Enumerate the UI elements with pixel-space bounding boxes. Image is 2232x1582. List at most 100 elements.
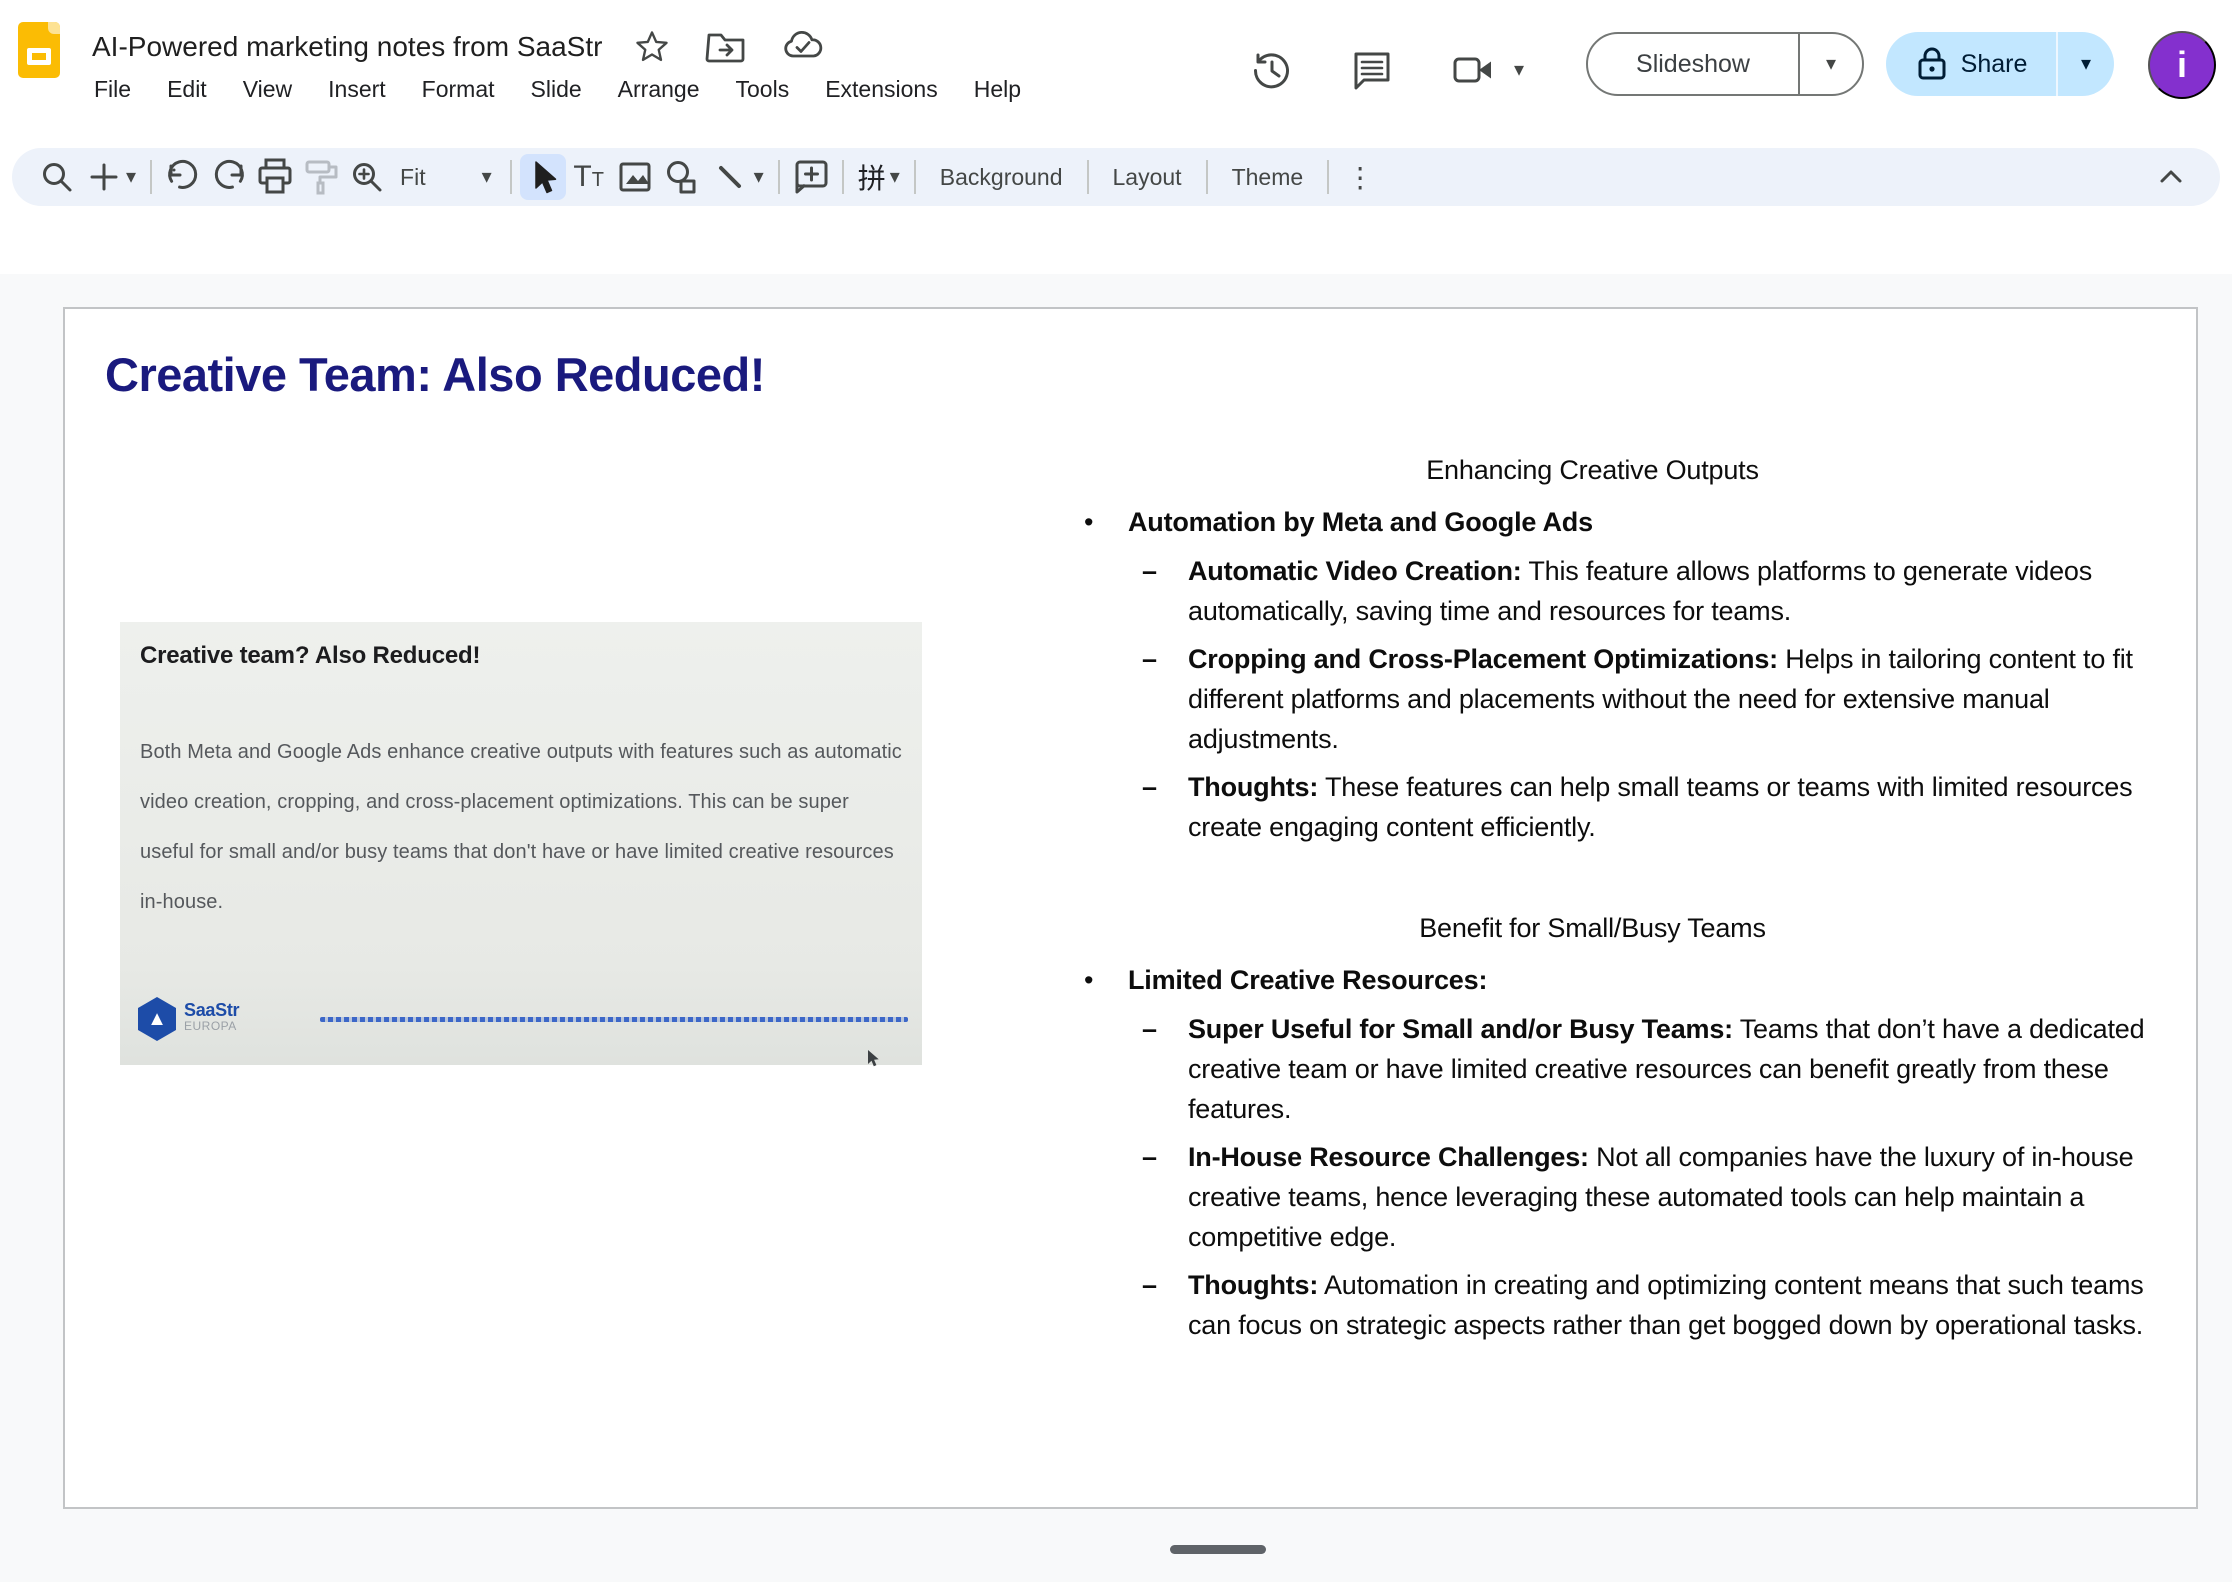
move-folder-icon: [704, 25, 748, 69]
star-icon: [632, 27, 672, 67]
google-slides-logo-icon[interactable]: [18, 22, 60, 78]
move-to-folder-button[interactable]: [704, 25, 748, 69]
more-options-icon: ⋮: [1346, 161, 1374, 194]
background-button[interactable]: Background: [924, 156, 1079, 199]
menu-edit[interactable]: Edit: [153, 72, 221, 107]
notes-sub-item: – Automatic Video Creation: This feature…: [1010, 551, 2175, 631]
input-tools-caret-icon[interactable]: ▾: [890, 167, 900, 187]
menu-insert[interactable]: Insert: [314, 72, 400, 107]
saastr-logo-text: SaaStr EUROPA: [184, 1001, 239, 1033]
theme-button[interactable]: Theme: [1216, 156, 1320, 199]
document-status-button[interactable]: [780, 24, 826, 70]
bottom-strip: [0, 1509, 2232, 1582]
toolbar-separator: [778, 160, 780, 194]
slideshow-button-group: Slideshow ▾: [1586, 32, 1864, 96]
version-history-button[interactable]: [1248, 46, 1296, 94]
menu-file[interactable]: File: [80, 72, 145, 107]
bullet-dot: •: [1084, 502, 1093, 542]
horizontal-ruler[interactable]: 123456789101112131415: [0, 206, 2232, 274]
zoom-caret-icon: ▾: [482, 167, 492, 187]
menu-arrange[interactable]: Arrange: [604, 72, 714, 107]
line-tool-caret-icon[interactable]: ▾: [754, 167, 764, 187]
input-tools-icon: 拼: [858, 157, 886, 197]
slideshow-dropdown-button[interactable]: ▾: [1800, 54, 1862, 74]
dash-bullet: –: [1142, 639, 1157, 679]
slide-title[interactable]: Creative Team: Also Reduced!: [105, 347, 765, 402]
slide-notes-textbox[interactable]: Enhancing Creative Outputs • Automation …: [1010, 455, 2175, 1353]
menu-help[interactable]: Help: [960, 72, 1035, 107]
toolbar-separator: [842, 160, 844, 194]
toolbar-separator: [1206, 160, 1208, 194]
toolbar-separator: [914, 160, 916, 194]
slide-page[interactable]: Creative Team: Also Reduced! Creative te…: [63, 307, 2198, 1509]
redo-button[interactable]: [206, 154, 252, 200]
history-icon: [1248, 46, 1296, 94]
screenshot-footer: ▲ SaaStr EUROPA: [138, 997, 908, 1051]
print-button[interactable]: [252, 154, 298, 200]
notes-sub-item: – Super Useful for Small and/or Busy Tea…: [1010, 1009, 2175, 1129]
search-menus-button[interactable]: [34, 154, 80, 200]
meet-call-control[interactable]: ▾: [1448, 46, 1524, 94]
paint-format-button[interactable]: [298, 154, 344, 200]
layout-button[interactable]: Layout: [1097, 156, 1198, 199]
redo-icon: [208, 156, 250, 198]
camera-dropdown-caret-icon[interactable]: ▾: [1514, 60, 1524, 80]
screenshot-body-text: Both Meta and Google Ads enhance creativ…: [140, 727, 902, 927]
decorative-wavy-line: [320, 1017, 908, 1022]
document-title-row: AI-Powered marketing notes from SaaStr: [92, 24, 826, 70]
screenshot-heading: Creative team? Also Reduced!: [140, 642, 480, 670]
menu-slide[interactable]: Slide: [517, 72, 596, 107]
account-avatar[interactable]: i: [2148, 31, 2216, 99]
logo-inner-rect: [27, 48, 51, 65]
new-slide-caret-icon[interactable]: ▾: [126, 167, 136, 187]
printer-icon: [253, 155, 297, 199]
text-box-button[interactable]: TT: [566, 154, 612, 200]
logo-fold: [48, 22, 60, 34]
image-icon: [613, 155, 657, 199]
chevron-up-icon: [2153, 159, 2189, 195]
menu-bar: File Edit View Insert Format Slide Arran…: [80, 72, 1035, 107]
toolbar-separator: [510, 160, 512, 194]
undo-icon: [162, 156, 204, 198]
dash-bullet: –: [1142, 551, 1157, 591]
share-dropdown-button[interactable]: ▾: [2058, 54, 2114, 74]
top-bar: AI-Powered marketing notes from SaaStr: [0, 0, 2232, 145]
dash-bullet: –: [1142, 767, 1157, 807]
insert-image-button[interactable]: [612, 154, 658, 200]
undo-button[interactable]: [160, 154, 206, 200]
insert-shape-button[interactable]: [658, 154, 704, 200]
insert-comment-button[interactable]: [788, 154, 834, 200]
rocket-icon: ▲: [147, 1009, 167, 1029]
notes-bullet: • Limited Creative Resources:: [1010, 960, 2175, 1000]
document-title[interactable]: AI-Powered marketing notes from SaaStr: [92, 31, 602, 63]
menu-format[interactable]: Format: [408, 72, 509, 107]
speaker-notes-resize-handle[interactable]: [1170, 1545, 1266, 1554]
input-tools-button[interactable]: 拼 ▾: [852, 154, 906, 200]
menu-extensions[interactable]: Extensions: [811, 72, 952, 107]
new-slide-button[interactable]: ▾: [80, 154, 142, 200]
star-button[interactable]: [632, 27, 672, 67]
slideshow-button[interactable]: Slideshow: [1588, 50, 1798, 79]
embedded-screenshot[interactable]: Creative team? Also Reduced! Both Meta a…: [120, 622, 922, 1065]
bullet-dot: •: [1084, 960, 1093, 1000]
notes-sub-item: – Thoughts: Automation in creating and o…: [1010, 1265, 2175, 1345]
notes-sub-item: – Cropping and Cross-Placement Optimizat…: [1010, 639, 2175, 759]
insert-line-button[interactable]: ▾: [704, 154, 770, 200]
google-slides-app: { "titlebar": { "doc_title": "AI-Powered…: [0, 0, 2232, 1582]
share-label: Share: [1961, 50, 2028, 79]
notes-bullet: • Automation by Meta and Google Ads: [1010, 502, 2175, 542]
slide-canvas: Creative Team: Also Reduced! Creative te…: [0, 274, 2232, 1582]
zoom-level-select[interactable]: Fit ▾: [390, 156, 502, 199]
toolbar-overflow-button[interactable]: ⋮: [1337, 154, 1383, 200]
video-camera-icon: [1448, 46, 1498, 94]
share-button[interactable]: Share: [1886, 45, 2056, 83]
menu-view[interactable]: View: [229, 72, 306, 107]
zoom-button[interactable]: [344, 154, 390, 200]
dash-bullet: –: [1142, 1137, 1157, 1177]
dash-bullet: –: [1142, 1009, 1157, 1049]
share-button-group: Share ▾: [1886, 32, 2114, 96]
hide-menus-button[interactable]: [2148, 154, 2194, 200]
open-comments-button[interactable]: [1348, 46, 1396, 94]
select-tool-button[interactable]: [520, 154, 566, 200]
menu-tools[interactable]: Tools: [722, 72, 804, 107]
